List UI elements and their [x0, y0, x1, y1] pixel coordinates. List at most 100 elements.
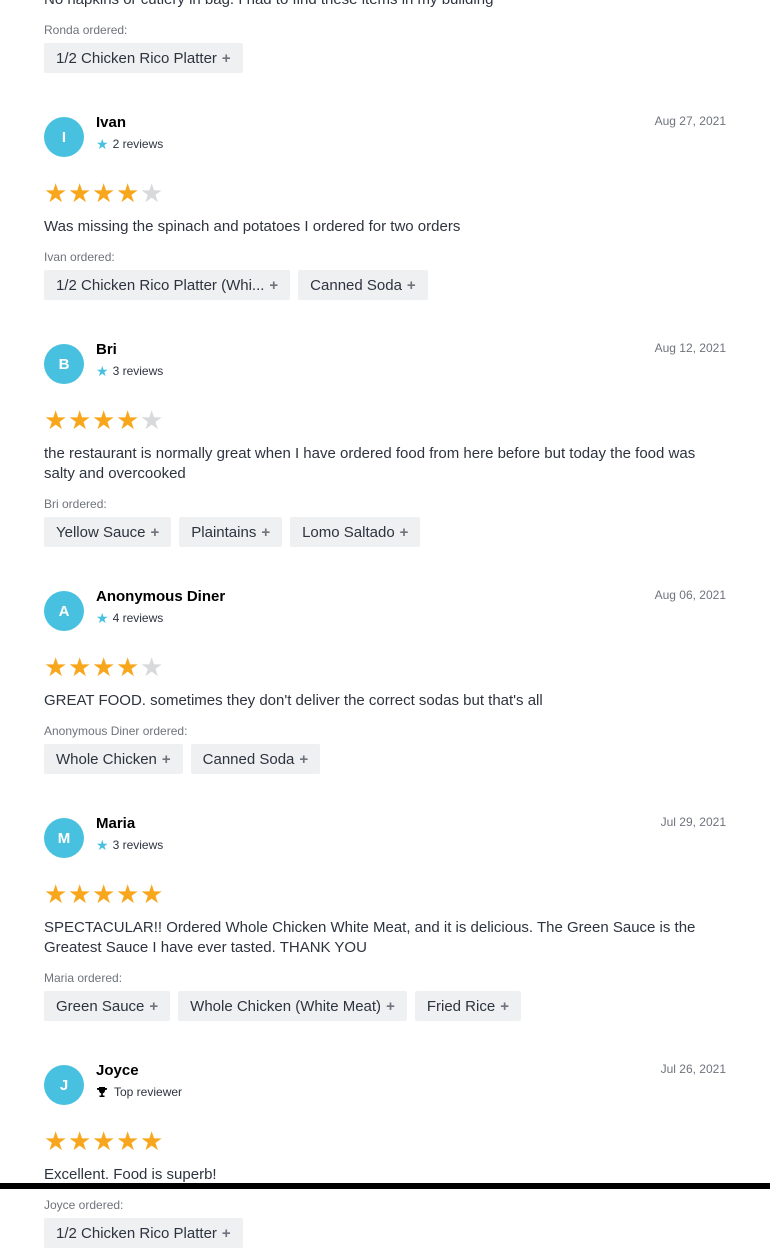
ordered-item-label: Plaintains — [191, 523, 257, 541]
review-date: Aug 06, 2021 — [654, 588, 726, 602]
reviewer-info: Ivan ★ 2 reviews — [96, 114, 163, 151]
ordered-items: 1/2 Chicken Rico Platter + — [44, 43, 726, 73]
star-filled-icon: ★ — [68, 879, 92, 909]
reviewer-name: Maria — [96, 815, 136, 832]
star-rating: ★ ★ ★ ★ ★ — [44, 178, 726, 208]
ordered-item-chip[interactable]: Plaintains + — [179, 517, 283, 547]
ordered-item-chip[interactable]: Whole Chicken + — [44, 744, 183, 774]
star-empty-icon: ★ — [140, 652, 164, 682]
ordered-items: 1/2 Chicken Rico Platter + — [44, 1218, 726, 1248]
ordered-item-label: Canned Soda — [202, 750, 295, 768]
ordered-item-chip[interactable]: 1/2 Chicken Rico Platter + — [44, 43, 243, 73]
plus-icon: + — [150, 523, 160, 541]
ordered-item-label: 1/2 Chicken Rico Platter (Whi... — [56, 276, 265, 294]
star-filled-icon: ★ — [68, 178, 92, 208]
review-card: I Ivan ★ 2 reviews Aug 27, 2021 ★ ★ ★ ★ ★ Wa… — [44, 73, 726, 300]
review-list: I Ivan ★ 2 reviews Aug 27, 2021 ★ ★ ★ ★ ★ Wa… — [44, 73, 726, 1248]
star-rating: ★ ★ ★ ★ ★ — [44, 652, 726, 682]
review-card: A Anonymous Diner ★ 4 reviews Aug 06, 20… — [44, 547, 726, 774]
ordered-item-chip[interactable]: Yellow Sauce + — [44, 517, 172, 547]
star-filled-icon: ★ — [44, 1126, 68, 1156]
ordered-item-label: Yellow Sauce — [56, 523, 146, 541]
plus-icon: + — [149, 997, 159, 1015]
star-filled-icon: ★ — [68, 652, 92, 682]
reviewer-meta-text: 3 reviews — [112, 838, 164, 852]
review-text: No napkins or cutlery in bag. I had to f… — [44, 0, 726, 10]
reviewer-star-icon: ★ — [96, 610, 109, 626]
reviewer-name: Anonymous Diner — [96, 588, 226, 605]
reviewer-info: Maria ★ 3 reviews — [96, 815, 163, 852]
ordered-label: Ronda ordered: — [44, 23, 128, 37]
reviewer-meta: ★ 3 reviews — [96, 364, 163, 378]
ordered-label: Maria ordered: — [44, 971, 123, 985]
ordered-item-chip[interactable]: 1/2 Chicken Rico Platter (Whi... + — [44, 270, 291, 300]
ordered-item-label: 1/2 Chicken Rico Platter — [56, 49, 217, 67]
review-text: Excellent. Food is superb! — [44, 1166, 217, 1183]
plus-icon: + — [269, 276, 279, 294]
ordered-item-chip[interactable]: Fried Rice + — [414, 991, 521, 1021]
avatar: I — [44, 117, 84, 157]
ordered-item-chip[interactable]: Canned Soda + — [298, 270, 428, 300]
reviewer-name: Bri — [96, 341, 117, 358]
star-filled-icon: ★ — [116, 879, 140, 909]
plus-icon: + — [161, 750, 171, 768]
star-filled-icon: ★ — [92, 652, 116, 682]
star-filled-icon: ★ — [68, 1126, 92, 1156]
star-filled-icon: ★ — [44, 879, 68, 909]
plus-icon: + — [399, 523, 409, 541]
review-date: Jul 26, 2021 — [660, 1062, 726, 1076]
previous-review-tail: No napkins or cutlery in bag. I had to f… — [44, 0, 726, 73]
reviewer-star-icon: ★ — [96, 136, 109, 152]
bottom-bar — [0, 1183, 770, 1189]
star-filled-icon: ★ — [68, 405, 92, 435]
review-header: M Maria ★ 3 reviews — [44, 815, 726, 866]
star-filled-icon: ★ — [140, 879, 164, 909]
review-header: I Ivan ★ 2 reviews — [44, 114, 726, 165]
ordered-item-chip[interactable]: Green Sauce + — [44, 991, 171, 1021]
star-filled-icon: ★ — [140, 1126, 164, 1156]
plus-icon: + — [221, 49, 231, 67]
avatar: J — [44, 1065, 84, 1105]
plus-icon: + — [221, 1224, 231, 1242]
ordered-item-chip[interactable]: Canned Soda + — [190, 744, 321, 774]
avatar: M — [44, 818, 84, 858]
ordered-items: Yellow Sauce + Plaintains + Lomo Saltado… — [44, 517, 726, 547]
reviewer-info: Anonymous Diner ★ 4 reviews — [96, 588, 225, 626]
star-filled-icon: ★ — [116, 1126, 140, 1156]
ordered-item-label: Lomo Saltado — [302, 523, 395, 541]
reviewer-meta: ★ 3 reviews — [96, 838, 163, 852]
review-header: A Anonymous Diner ★ 4 reviews — [44, 588, 726, 639]
plus-icon: + — [386, 997, 395, 1015]
plus-icon: + — [406, 276, 416, 294]
plus-icon: + — [261, 523, 271, 541]
reviewer-meta-text: Top reviewer — [114, 1085, 183, 1099]
star-filled-icon: ★ — [116, 405, 140, 435]
star-empty-icon: ★ — [140, 178, 164, 208]
review-card: B Bri ★ 3 reviews Aug 12, 2021 ★ ★ ★ ★ ★ the… — [44, 300, 726, 547]
reviewer-meta-text: 4 reviews — [112, 611, 164, 625]
ordered-items: Whole Chicken + Canned Soda + — [44, 744, 726, 774]
reviewer-info: Joyce Top reviewer — [96, 1062, 183, 1099]
star-rating: ★ ★ ★ ★ ★ — [44, 405, 726, 435]
ordered-item-chip[interactable]: Lomo Saltado + — [290, 517, 421, 547]
reviewer-meta-text: 2 reviews — [112, 137, 164, 151]
ordered-item-chip[interactable]: 1/2 Chicken Rico Platter + — [44, 1218, 243, 1248]
ordered-item-chip[interactable]: Whole Chicken (White Meat) + — [178, 991, 407, 1021]
star-filled-icon: ★ — [44, 178, 68, 208]
avatar: B — [44, 344, 84, 384]
star-filled-icon: ★ — [116, 652, 140, 682]
star-empty-icon: ★ — [140, 405, 164, 435]
reviewer-meta-text: 3 reviews — [112, 364, 164, 378]
ordered-label: Anonymous Diner ordered: — [44, 724, 188, 738]
reviews-feed: No napkins or cutlery in bag. I had to f… — [44, 0, 726, 1248]
ordered-item-label: Whole Chicken — [56, 750, 157, 768]
review-text: the restaurant is normally great when I … — [44, 445, 696, 482]
star-filled-icon: ★ — [116, 178, 140, 208]
reviewer-info: Bri ★ 3 reviews — [96, 341, 163, 378]
reviewer-meta: ★ 2 reviews — [96, 137, 163, 151]
review-date: Aug 27, 2021 — [654, 114, 726, 128]
review-text: Was missing the spinach and potatoes I o… — [44, 218, 461, 235]
review-date: Aug 12, 2021 — [654, 341, 726, 355]
ordered-label: Joyce ordered: — [44, 1198, 124, 1212]
trophy-icon — [97, 1087, 107, 1097]
